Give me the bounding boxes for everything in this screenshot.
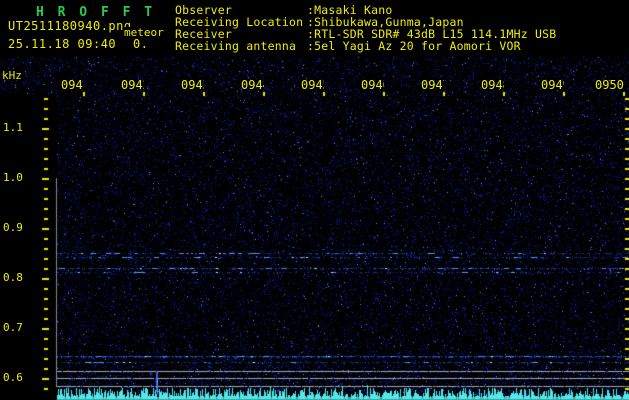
x-tick-label-0946: 0946 — [361, 79, 384, 92]
x-tick-label-0950: 0950 — [595, 79, 624, 92]
y-tick-label-1.1: 1.1 — [3, 121, 23, 134]
x-tick-label-0941: 0941 — [61, 79, 84, 92]
info-value-antenna: :5el Yagi Az 20 for Aomori VOR — [307, 39, 521, 53]
y-tick-label-0.9: 0.9 — [3, 221, 23, 234]
x-tick-label-0948: 0948 — [481, 79, 504, 92]
output-filename: UT2511180940.png — [8, 19, 132, 33]
y-tick-label-1.0: 1.0 — [3, 171, 23, 184]
echo-counter: 0. — [133, 37, 149, 51]
x-tick-label-0942: 0942 — [121, 79, 144, 92]
x-tick-label-0943: 0943 — [181, 79, 204, 92]
y-tick-label-0.8: 0.8 — [3, 271, 23, 284]
hrofft-window: H R O F F T UT2511180940.png meteor 25.1… — [0, 0, 629, 400]
x-tick-label-0949: 0949 — [541, 79, 564, 92]
x-tick-label-0947: 0947 — [421, 79, 444, 92]
spectrogram-canvas — [0, 0, 629, 400]
info-label-antenna: Receiving antenna — [175, 39, 297, 53]
x-tick-label-0945: 0945 — [301, 79, 324, 92]
app-title: H R O F F T — [36, 5, 156, 20]
y-tick-label-0.7: 0.7 — [3, 321, 23, 334]
y-tick-label-0.6: 0.6 — [3, 371, 23, 384]
x-tick-label-0944: 0944 — [241, 79, 264, 92]
date-time: 25.11.18 09:40 — [8, 37, 117, 51]
y-axis-unit-label: kHz — [2, 69, 22, 82]
